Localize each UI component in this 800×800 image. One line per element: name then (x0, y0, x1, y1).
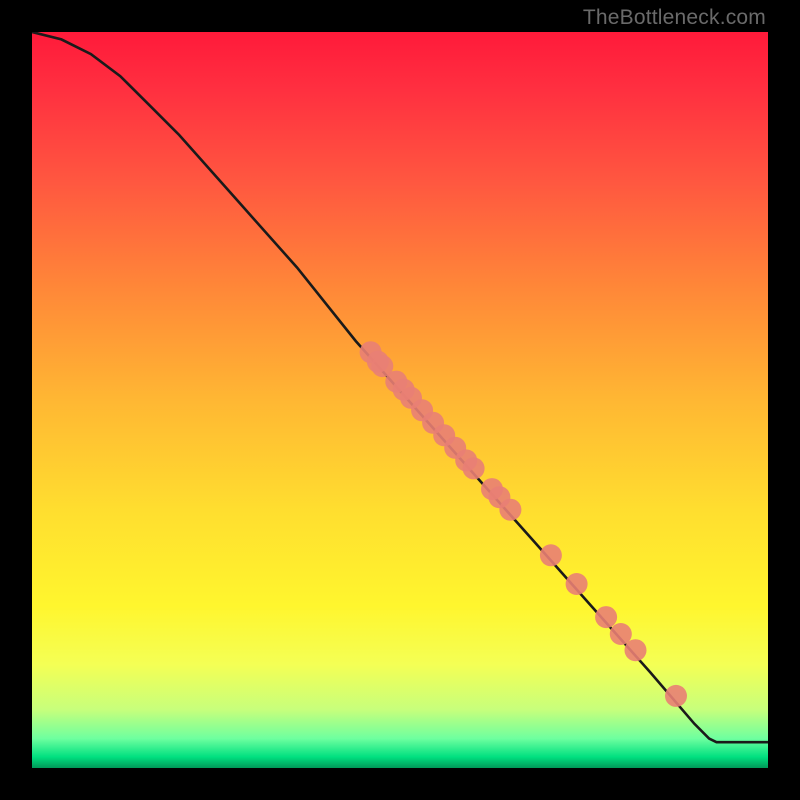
data-point (463, 457, 485, 479)
data-point (610, 623, 632, 645)
data-point (566, 573, 588, 595)
data-points (360, 341, 687, 707)
data-point (625, 639, 647, 661)
chart-frame: TheBottleneck.com (0, 0, 800, 800)
chart-svg (32, 32, 768, 768)
plot-area (32, 32, 768, 768)
watermark-label: TheBottleneck.com (583, 6, 766, 30)
data-point (595, 606, 617, 628)
data-point (499, 499, 521, 521)
data-point (540, 544, 562, 566)
data-point (665, 685, 687, 707)
